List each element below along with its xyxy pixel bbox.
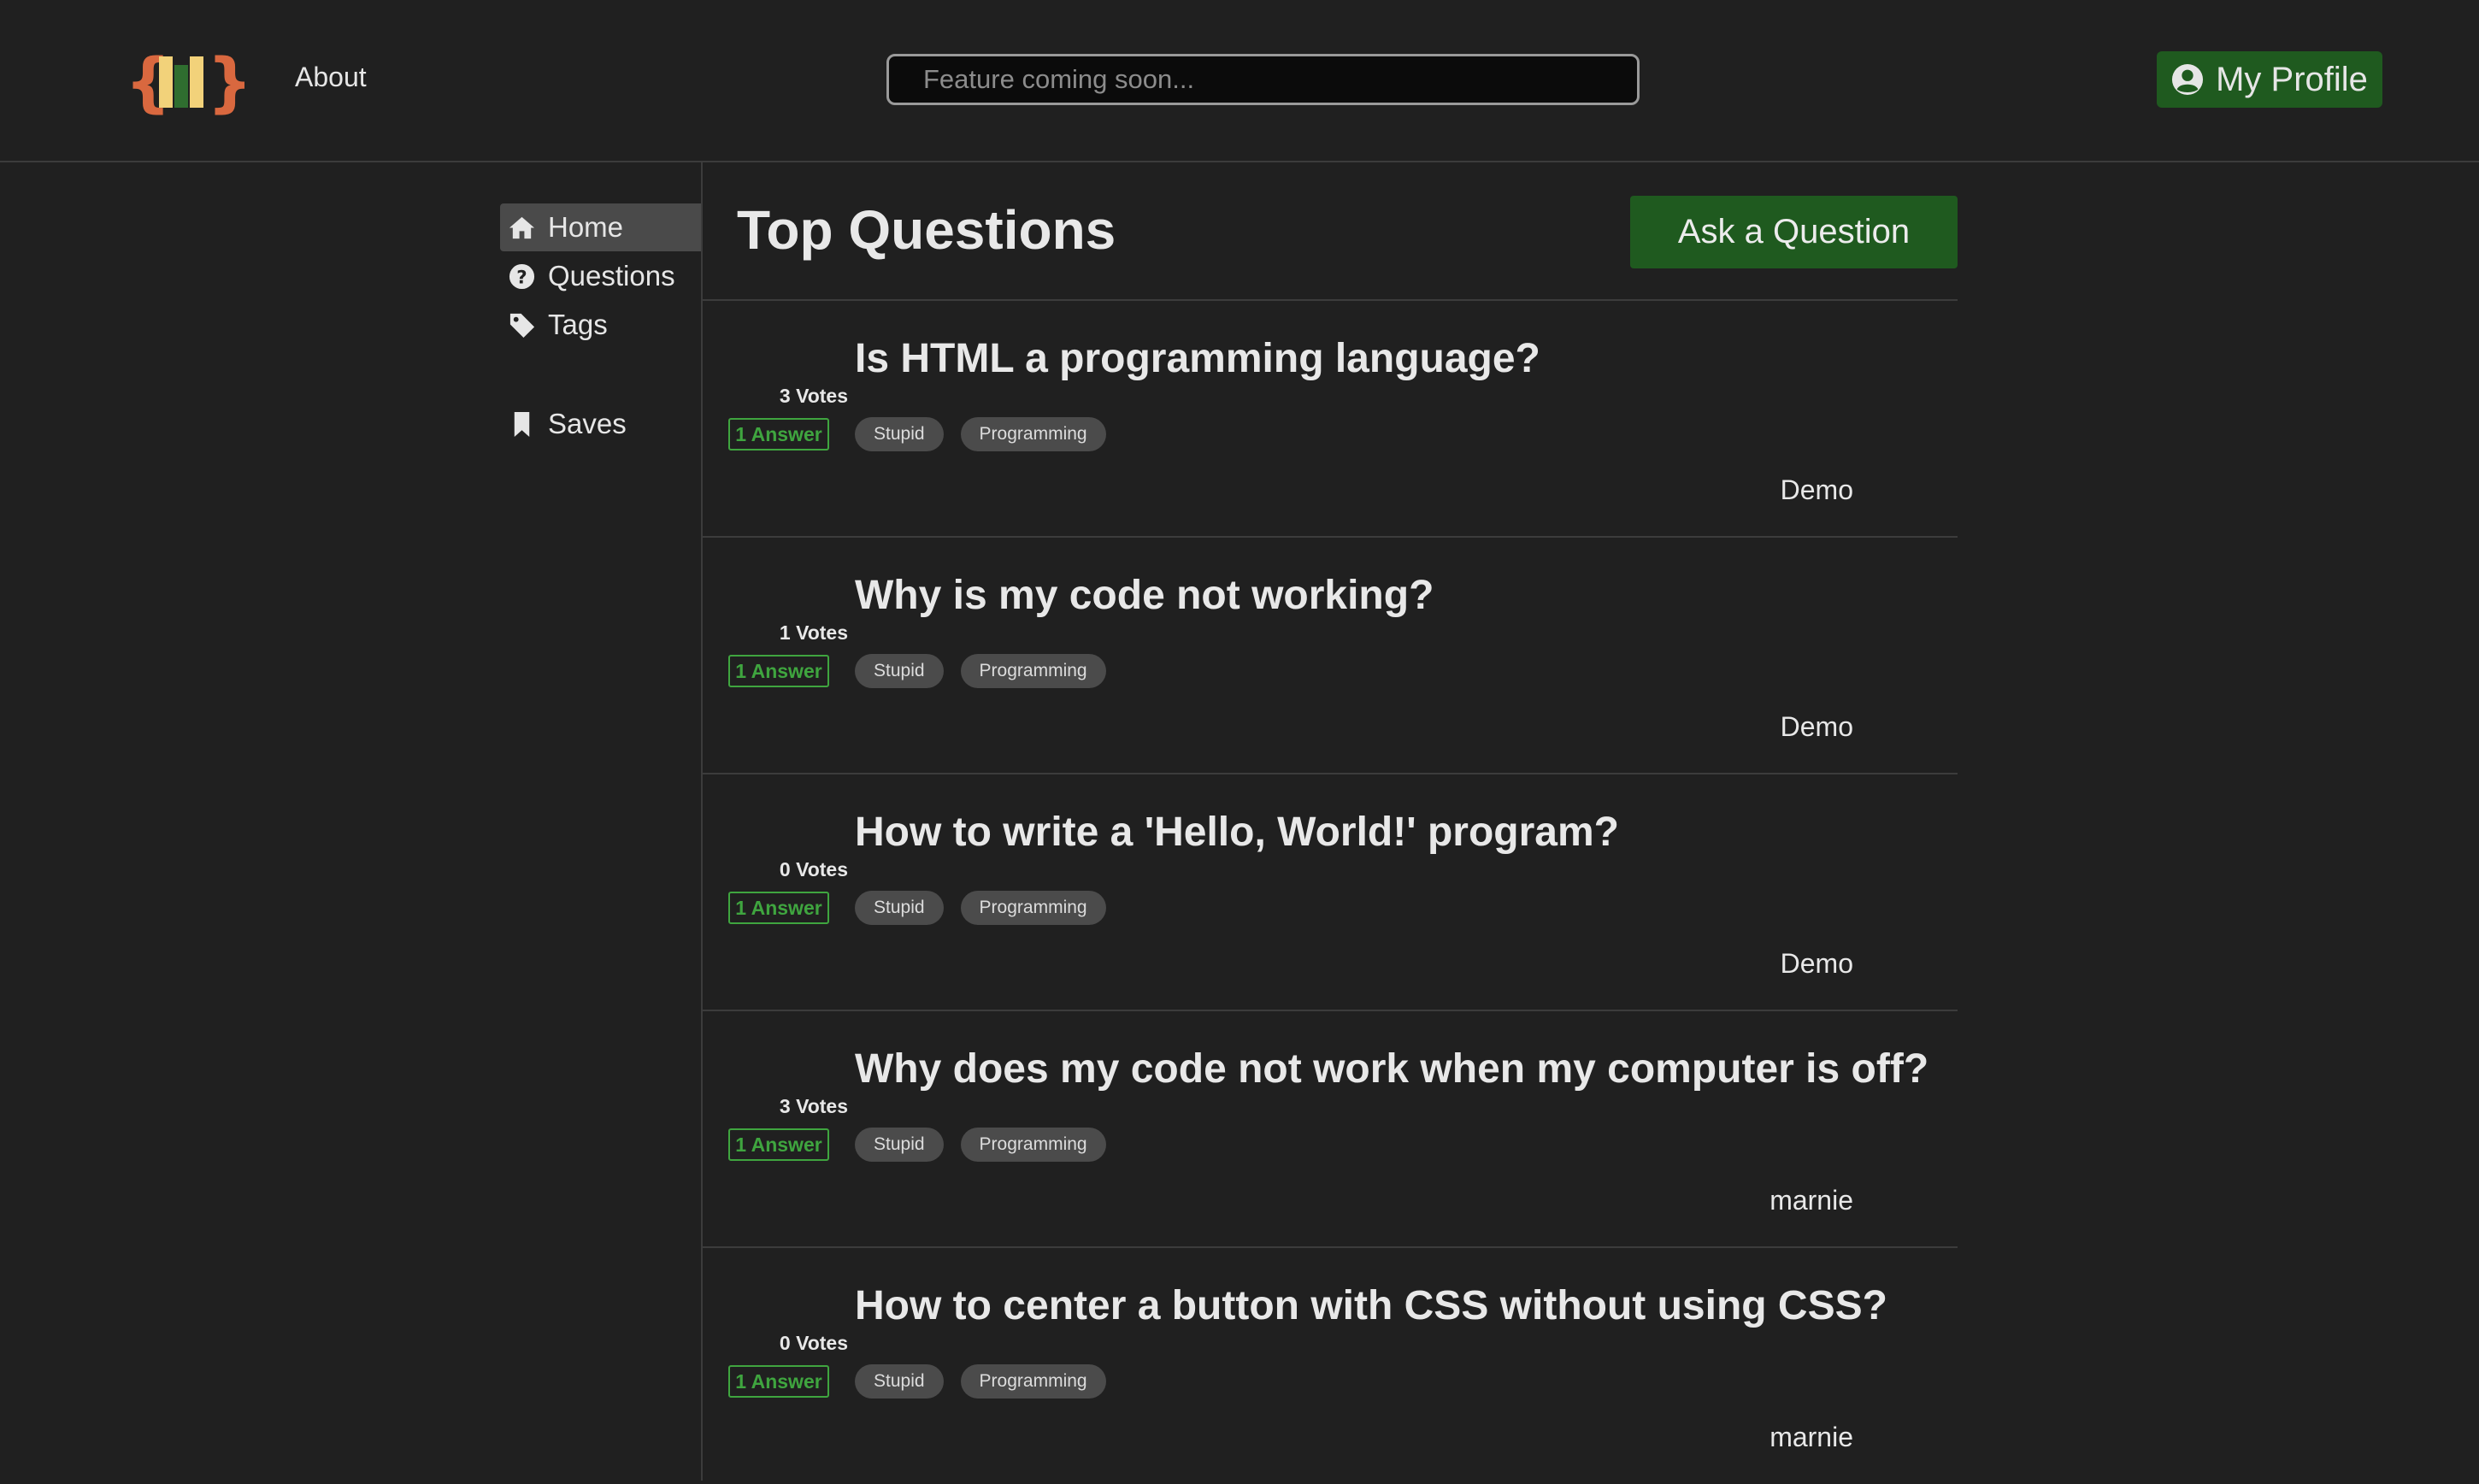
user-circle-icon	[2172, 63, 2204, 96]
tag-chip[interactable]: Programming	[960, 1128, 1106, 1162]
question-author[interactable]: marnie	[1769, 1185, 1853, 1216]
tag-list: Stupid Programming	[855, 417, 1106, 451]
svg-text:?: ?	[516, 267, 527, 288]
tag-chip[interactable]: Programming	[960, 1364, 1106, 1399]
my-profile-label: My Profile	[2216, 60, 2368, 98]
top-header: { } About My Profile	[0, 0, 2479, 162]
answer-count-badge: 1 Answer	[728, 655, 829, 687]
tag-chip[interactable]: Programming	[960, 654, 1106, 688]
question-title-link[interactable]: How to write a 'Hello, World!' program?	[855, 809, 1619, 856]
tag-chip[interactable]: Programming	[960, 891, 1106, 925]
answer-count-badge: 1 Answer	[728, 1365, 829, 1398]
question-author[interactable]: Demo	[1781, 948, 1853, 980]
vote-count: 0 Votes	[779, 858, 848, 880]
question-row: 0 Votes 1 Answer How to write a 'Hello, …	[703, 774, 1958, 1010]
question-row: 1 Votes 1 Answer Why is my code not work…	[703, 538, 1958, 774]
answer-count-badge: 1 Answer	[728, 418, 829, 450]
question-title-link[interactable]: Is HTML a programming language?	[855, 335, 1540, 382]
question-author[interactable]: marnie	[1769, 1422, 1853, 1453]
question-circle-icon: ?	[509, 263, 535, 289]
question-title-link[interactable]: Why does my code not work when my comput…	[855, 1045, 1928, 1092]
my-profile-button[interactable]: My Profile	[2157, 51, 2382, 108]
vote-count: 3 Votes	[779, 1095, 848, 1117]
sidebar-item-home[interactable]: Home	[500, 203, 701, 251]
sidebar-item-label: Home	[548, 211, 624, 243]
about-link[interactable]: About	[295, 62, 367, 93]
tag-chip[interactable]: Stupid	[855, 891, 944, 925]
tag-list: Stupid Programming	[855, 1128, 1106, 1162]
home-icon	[509, 216, 535, 238]
tag-chip[interactable]: Stupid	[855, 654, 944, 688]
search-input[interactable]	[886, 54, 1640, 105]
vote-count: 0 Votes	[779, 1332, 848, 1354]
question-author[interactable]: Demo	[1781, 474, 1853, 506]
answer-count-badge: 1 Answer	[728, 892, 829, 924]
vote-count: 3 Votes	[779, 385, 848, 407]
question-row: 3 Votes 1 Answer Is HTML a programming l…	[703, 301, 1958, 537]
question-row: 0 Votes 1 Answer How to center a button …	[703, 1248, 1958, 1484]
tag-chip[interactable]: Stupid	[855, 1128, 944, 1162]
ask-question-button[interactable]: Ask a Question	[1630, 196, 1958, 268]
svg-text:}: }	[207, 48, 244, 116]
page-title: Top Questions	[737, 199, 1116, 261]
sidebar-item-label: Questions	[548, 260, 675, 292]
question-author[interactable]: Demo	[1781, 711, 1853, 743]
tag-chip[interactable]: Stupid	[855, 1364, 944, 1399]
sidebar-item-tags[interactable]: Tags	[500, 301, 701, 349]
tag-list: Stupid Programming	[855, 1364, 1106, 1399]
answer-count-badge: 1 Answer	[728, 1128, 829, 1161]
tag-chip[interactable]: Stupid	[855, 417, 944, 451]
vote-count: 1 Votes	[779, 621, 848, 644]
logo-icon[interactable]: { }	[125, 48, 244, 116]
question-title-link[interactable]: Why is my code not working?	[855, 572, 1434, 619]
sidebar-item-label: Saves	[548, 408, 627, 439]
tag-chip[interactable]: Programming	[960, 417, 1106, 451]
question-row: 3 Votes 1 Answer Why does my code not wo…	[703, 1011, 1958, 1247]
sidebar-item-saves[interactable]: Saves	[500, 400, 701, 448]
sidebar-item-questions[interactable]: ? Questions	[500, 252, 701, 300]
tag-list: Stupid Programming	[855, 654, 1106, 688]
tag-icon	[509, 313, 535, 338]
bookmark-icon	[514, 411, 530, 437]
tag-list: Stupid Programming	[855, 891, 1106, 925]
sidebar-item-label: Tags	[548, 309, 608, 340]
question-title-link[interactable]: How to center a button with CSS without …	[855, 1282, 1887, 1329]
